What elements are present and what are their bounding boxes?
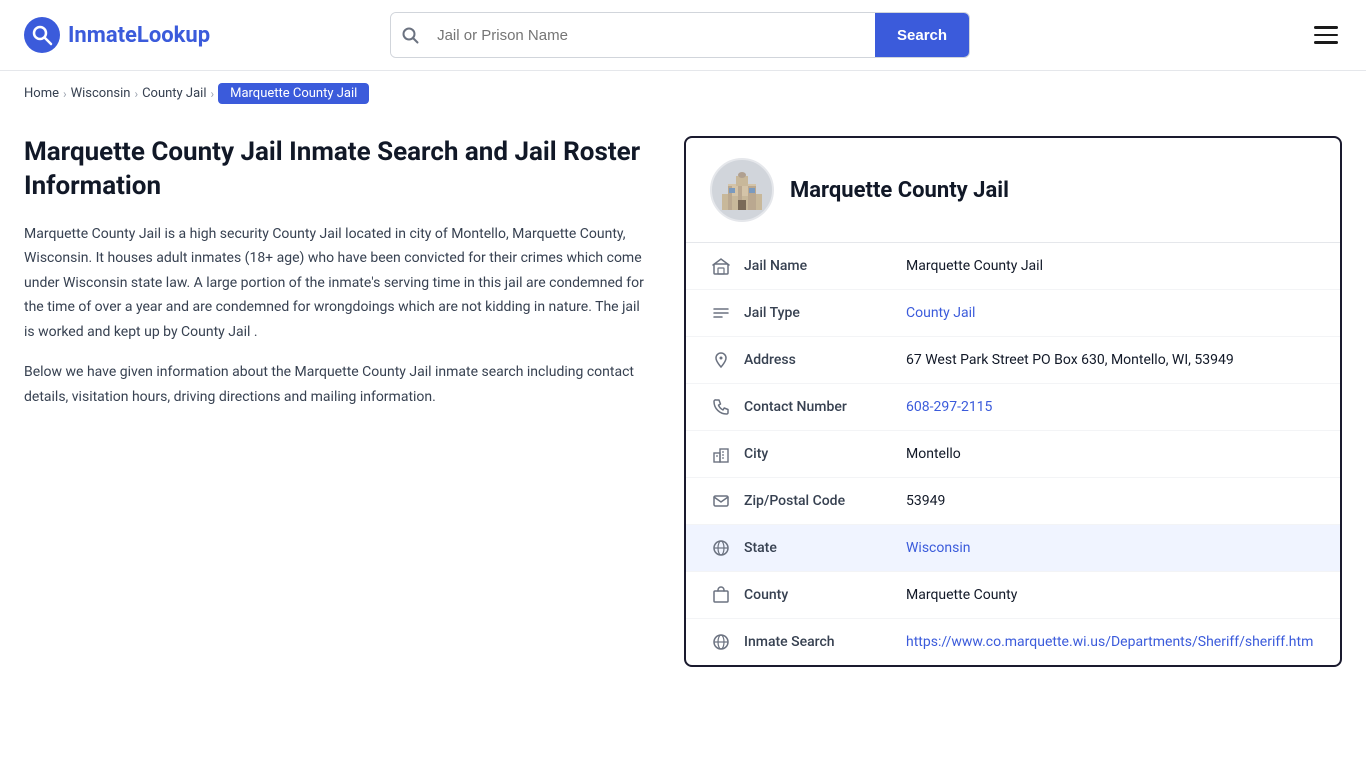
row-label-county: County: [744, 587, 894, 603]
left-column: Marquette County Jail Inmate Search and …: [24, 136, 684, 425]
panel-title: Marquette County Jail: [790, 178, 1009, 203]
row-label-jail-name: Jail Name: [744, 258, 894, 274]
page-desc-2: Below we have given information about th…: [24, 360, 644, 409]
breadcrumb: Home › Wisconsin › County Jail › Marquet…: [0, 71, 1366, 116]
row-icon-inmate-search: [710, 633, 732, 651]
row-value-jail-type[interactable]: County Jail: [906, 305, 1316, 321]
menu-button[interactable]: [1310, 22, 1342, 48]
info-row-jail-name: Jail Name Marquette County Jail: [686, 243, 1340, 290]
page-desc-1: Marquette County Jail is a high security…: [24, 222, 644, 345]
row-value-inmate-search[interactable]: https://www.co.marquette.wi.us/Departmen…: [906, 634, 1316, 650]
info-row-address: Address 67 West Park Street PO Box 630, …: [686, 337, 1340, 384]
page-title: Marquette County Jail Inmate Search and …: [24, 136, 644, 204]
info-row-county: County Marquette County: [686, 572, 1340, 619]
logo-icon: [24, 17, 60, 53]
breadcrumb-sep-2: ›: [134, 87, 138, 101]
breadcrumb-home[interactable]: Home: [24, 86, 59, 101]
breadcrumb-type[interactable]: County Jail: [142, 86, 206, 101]
row-value-zip: 53949: [906, 493, 1316, 509]
info-row-contact: Contact Number 608-297-2115: [686, 384, 1340, 431]
search-input[interactable]: [429, 13, 875, 57]
row-value-jail-name: Marquette County Jail: [906, 258, 1316, 274]
site-header: InmateLookup Search: [0, 0, 1366, 71]
row-label-city: City: [744, 446, 894, 462]
info-value-link-jail-type[interactable]: County Jail: [906, 305, 975, 321]
main-content: Marquette County Jail Inmate Search and …: [0, 116, 1366, 707]
info-row-city: City Montello: [686, 431, 1340, 478]
breadcrumb-sep-3: ›: [210, 87, 214, 101]
row-icon-zip: [710, 492, 732, 510]
info-row-inmate-search: Inmate Search https://www.co.marquette.w…: [686, 619, 1340, 665]
search-button[interactable]: Search: [875, 13, 969, 57]
row-icon-county: [710, 586, 732, 604]
jail-info-panel: Marquette County Jail Jail Name Marquett…: [684, 136, 1342, 667]
logo[interactable]: InmateLookup: [24, 17, 210, 53]
row-value-city: Montello: [906, 446, 1316, 462]
panel-header: Marquette County Jail: [686, 138, 1340, 243]
logo-text: InmateLookup: [68, 23, 210, 48]
search-bar: Search: [390, 12, 970, 58]
info-table: Jail Name Marquette County Jail Jail Typ…: [686, 243, 1340, 665]
info-value-address: 67 West Park Street PO Box 630, Montello…: [906, 352, 1234, 368]
row-label-inmate-search: Inmate Search: [744, 634, 894, 650]
info-row-zip: Zip/Postal Code 53949: [686, 478, 1340, 525]
info-value-zip: 53949: [906, 493, 945, 509]
breadcrumb-state[interactable]: Wisconsin: [71, 86, 131, 101]
info-value-city: Montello: [906, 446, 961, 462]
info-row-state: State Wisconsin: [686, 525, 1340, 572]
info-value-link-inmate-search[interactable]: https://www.co.marquette.wi.us/Departmen…: [906, 634, 1313, 650]
row-label-jail-type: Jail Type: [744, 305, 894, 321]
row-icon-jail-name: [710, 257, 732, 275]
row-label-contact: Contact Number: [744, 399, 894, 415]
row-icon-state: [710, 539, 732, 557]
row-value-county: Marquette County: [906, 587, 1316, 603]
info-row-jail-type: Jail Type County Jail: [686, 290, 1340, 337]
row-icon-city: [710, 445, 732, 463]
row-icon-jail-type: [710, 304, 732, 322]
row-value-address: 67 West Park Street PO Box 630, Montello…: [906, 352, 1316, 368]
info-value-link-contact[interactable]: 608-297-2115: [906, 399, 992, 415]
row-label-zip: Zip/Postal Code: [744, 493, 894, 509]
jail-avatar: [710, 158, 774, 222]
breadcrumb-current: Marquette County Jail: [218, 83, 369, 104]
row-icon-address: [710, 351, 732, 369]
row-label-address: Address: [744, 352, 894, 368]
info-value-link-state[interactable]: Wisconsin: [906, 540, 970, 556]
row-icon-contact: [710, 398, 732, 416]
row-value-state[interactable]: Wisconsin: [906, 540, 1316, 556]
info-value-county: Marquette County: [906, 587, 1017, 603]
info-value-jail-name: Marquette County Jail: [906, 258, 1043, 274]
breadcrumb-sep-1: ›: [63, 87, 67, 101]
row-label-state: State: [744, 540, 894, 556]
row-value-contact[interactable]: 608-297-2115: [906, 399, 1316, 415]
search-icon: [391, 13, 429, 57]
